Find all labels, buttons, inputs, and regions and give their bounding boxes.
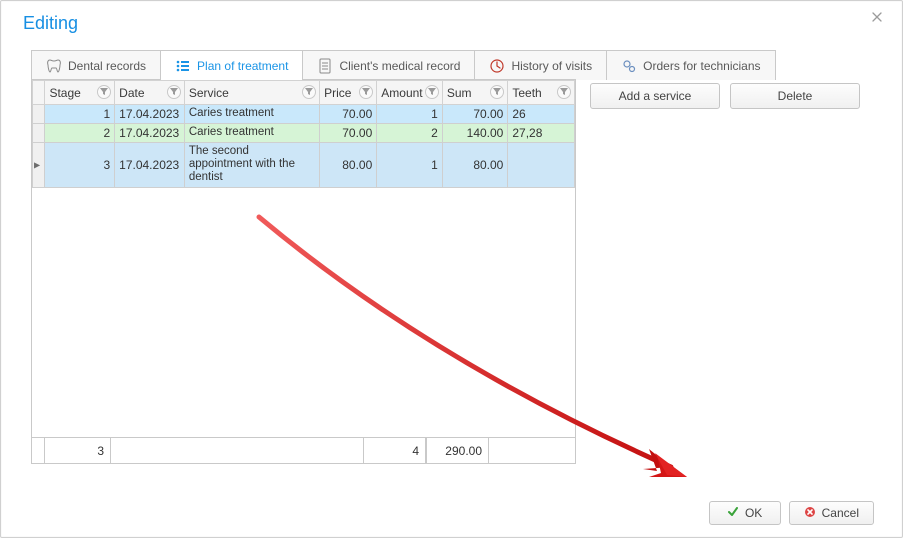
filter-icon[interactable] [167, 85, 181, 99]
col-label: Service [189, 86, 229, 100]
col-label: Price [324, 86, 351, 100]
cell-date[interactable]: 17.04.2023 [115, 105, 185, 124]
row-header[interactable] [33, 124, 45, 143]
tooth-icon [46, 58, 62, 74]
cell-price[interactable]: 70.00 [320, 105, 377, 124]
col-date[interactable]: Date [115, 81, 185, 105]
cell-amount[interactable]: 1 [377, 105, 443, 124]
filter-icon[interactable] [97, 85, 111, 99]
col-label: Amount [381, 86, 422, 100]
tab-plan-of-treatment[interactable]: Plan of treatment [160, 50, 303, 80]
table-row[interactable]: 3 17.04.2023 The second appointment with… [33, 143, 575, 188]
col-label: Date [119, 86, 144, 100]
grid-footer: 3 4 290.00 [32, 437, 575, 463]
cell-price[interactable]: 80.00 [320, 143, 377, 188]
dialog-editing: Editing Dental records Plan of treatment… [0, 0, 903, 538]
cell-sum[interactable]: 70.00 [442, 105, 508, 124]
footer-amount-total: 4 [363, 438, 426, 463]
cell-stage[interactable]: 1 [45, 105, 115, 124]
col-amount[interactable]: Amount [377, 81, 443, 105]
filter-icon[interactable] [490, 85, 504, 99]
cell-teeth[interactable]: 27,28 [508, 124, 575, 143]
col-label: Teeth [512, 86, 541, 100]
filter-icon[interactable] [302, 85, 316, 99]
cell-service[interactable]: Caries treatment [184, 105, 319, 124]
col-teeth[interactable]: Teeth [508, 81, 575, 105]
col-label: Stage [49, 86, 80, 100]
list-icon [175, 58, 191, 74]
cancel-button[interactable]: Cancel [789, 501, 874, 525]
tab-label: Dental records [68, 59, 146, 73]
filter-icon[interactable] [359, 85, 373, 99]
grid-corner [33, 81, 45, 105]
add-service-button[interactable]: Add a service [590, 83, 720, 109]
ok-button[interactable]: OK [709, 501, 781, 525]
col-label: Sum [447, 86, 472, 100]
filter-icon[interactable] [557, 85, 571, 99]
check-icon [727, 506, 739, 521]
tab-client-medical-record[interactable]: Client's medical record [302, 50, 475, 80]
button-label: OK [745, 506, 762, 520]
grid-header-row: Stage Date Service Price Amount Sum Teet… [33, 81, 575, 105]
delete-button[interactable]: Delete [730, 83, 860, 109]
side-buttons: Add a service Delete [590, 79, 860, 464]
cell-date[interactable]: 17.04.2023 [115, 124, 185, 143]
col-service[interactable]: Service [184, 81, 319, 105]
footer-stage-total: 3 [44, 438, 111, 463]
tab-label: History of visits [511, 59, 592, 73]
dialog-footer-buttons: OK Cancel [709, 501, 874, 525]
gears-icon [621, 58, 637, 74]
table-row[interactable]: 1 17.04.2023 Caries treatment 70.00 1 70… [33, 105, 575, 124]
tab-label: Plan of treatment [197, 59, 288, 73]
cancel-icon [804, 506, 816, 521]
button-label: Cancel [822, 506, 859, 520]
document-icon [317, 58, 333, 74]
tab-label: Orders for technicians [643, 59, 760, 73]
tab-label: Client's medical record [339, 59, 460, 73]
tab-orders-for-technicians[interactable]: Orders for technicians [606, 50, 775, 80]
row-header[interactable] [33, 143, 45, 188]
cell-price[interactable]: 70.00 [320, 124, 377, 143]
cell-service[interactable]: The second appointment with the dentist [184, 143, 319, 188]
col-sum[interactable]: Sum [442, 81, 508, 105]
cell-teeth[interactable] [508, 143, 575, 188]
cell-amount[interactable]: 2 [377, 124, 443, 143]
table-row[interactable]: 2 17.04.2023 Caries treatment 70.00 2 14… [33, 124, 575, 143]
treatment-grid[interactable]: Stage Date Service Price Amount Sum Teet… [31, 79, 576, 464]
cell-service[interactable]: Caries treatment [184, 124, 319, 143]
cell-stage[interactable]: 3 [45, 143, 115, 188]
tab-history-of-visits[interactable]: History of visits [474, 50, 607, 80]
col-price[interactable]: Price [320, 81, 377, 105]
tab-dental-records[interactable]: Dental records [31, 50, 161, 80]
tab-strip: Dental records Plan of treatment Client'… [1, 50, 902, 80]
cell-stage[interactable]: 2 [45, 124, 115, 143]
close-icon[interactable] [872, 11, 888, 27]
cell-sum[interactable]: 140.00 [442, 124, 508, 143]
cell-sum[interactable]: 80.00 [442, 143, 508, 188]
cell-date[interactable]: 17.04.2023 [115, 143, 185, 188]
cell-amount[interactable]: 1 [377, 143, 443, 188]
row-header[interactable] [33, 105, 45, 124]
cell-teeth[interactable]: 26 [508, 105, 575, 124]
filter-icon[interactable] [425, 85, 439, 99]
history-icon [489, 58, 505, 74]
footer-sum-total: 290.00 [426, 438, 489, 463]
col-stage[interactable]: Stage [45, 81, 115, 105]
dialog-title: Editing [1, 1, 902, 48]
